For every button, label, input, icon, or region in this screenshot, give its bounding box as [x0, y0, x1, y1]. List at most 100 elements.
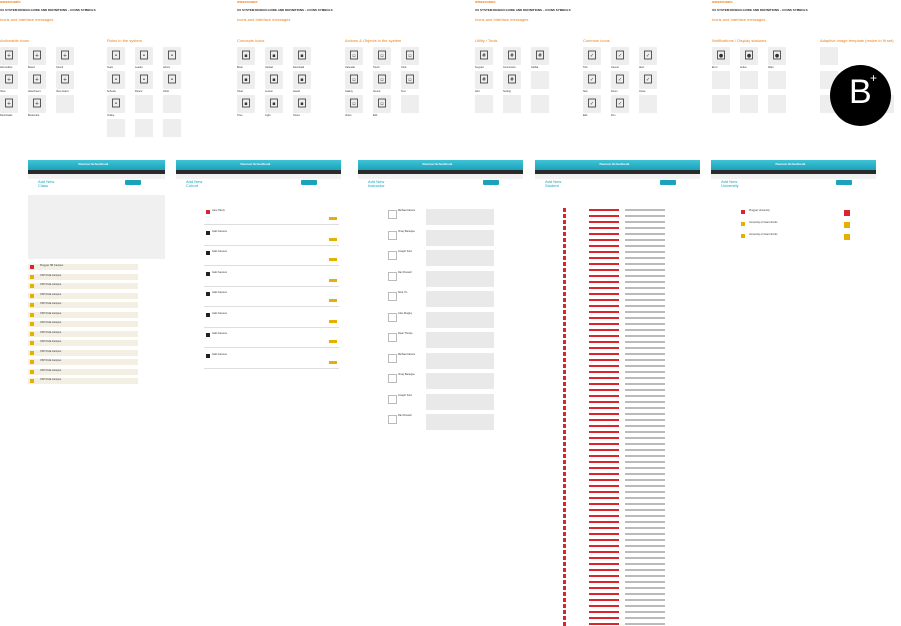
roles-4-icon[interactable]: •: [135, 71, 153, 89]
concepts-3-icon[interactable]: ▪: [237, 71, 255, 89]
common-4-icon[interactable]: ✓: [611, 71, 629, 89]
list-item[interactable]: Gabi Ivanova: [204, 310, 339, 328]
list-item[interactable]: Joseph Ford: [386, 249, 496, 267]
list-item[interactable]: Julie Dingley: [386, 310, 496, 329]
list-item[interactable]: Jane Harris: [204, 208, 339, 225]
actionable-2-icon[interactable]: +: [56, 47, 74, 65]
action-buttons[interactable]: [301, 180, 317, 185]
table-row[interactable]: VSP Pella Campus: [28, 292, 138, 299]
row-values: [625, 557, 665, 559]
common-6-icon[interactable]: ✓: [583, 95, 601, 113]
row-values: [625, 383, 665, 385]
common-2-icon[interactable]: ✓: [639, 47, 657, 65]
svg-text:▪: ▪: [272, 53, 275, 59]
list-item[interactable]: Michael Aarons: [386, 208, 496, 226]
list-item[interactable]: Dean Thorpe: [386, 331, 496, 349]
row-name: VSP Pella Campus: [40, 273, 62, 277]
notifications-1-icon[interactable]: ●: [740, 47, 758, 65]
table-row[interactable]: VSP Pella Campus: [28, 359, 138, 365]
table-row[interactable]: University of Grand Forks: [739, 220, 854, 230]
common-0-icon[interactable]: ✓: [583, 47, 601, 65]
common-1-icon[interactable]: ✓: [611, 47, 629, 65]
utility-3-icon[interactable]: #: [475, 71, 493, 89]
concepts-2-icon[interactable]: ▪: [293, 47, 311, 65]
concepts-7-icon[interactable]: ▪: [265, 95, 283, 113]
row-status-icon: [563, 604, 566, 608]
concepts-8-icon[interactable]: ▪: [293, 95, 311, 113]
actionable-1-icon[interactable]: +: [28, 47, 46, 65]
common-7-icon[interactable]: ✓: [611, 95, 629, 113]
actions-0-icon[interactable]: ▫: [345, 47, 363, 65]
common-3-icon[interactable]: ✓: [583, 71, 601, 89]
actionable-3-icon[interactable]: +: [0, 71, 18, 89]
actions-7-icon[interactable]: ▫: [373, 95, 391, 113]
notifications-empty-tile: [712, 71, 730, 89]
row-name: Joseph Ford: [398, 250, 412, 253]
section-utility-title: Utility / Tools: [475, 38, 498, 43]
table-row[interactable]: VSP Pella Campus: [28, 273, 138, 280]
list-item[interactable]: Vinay Banerjee: [386, 372, 496, 390]
table-row[interactable]: VSP Pella Campus: [28, 349, 138, 356]
table-row[interactable]: VSP Pella Campus: [28, 340, 138, 346]
notifications-0-icon[interactable]: ●: [712, 47, 730, 65]
action-buttons[interactable]: [483, 180, 499, 185]
concepts-4-icon[interactable]: ▪: [265, 71, 283, 89]
actions-1-icon[interactable]: ▫: [373, 47, 391, 65]
table-row[interactable]: VSP Pella Campus: [28, 378, 138, 384]
roles-2-icon[interactable]: •: [163, 47, 181, 65]
svg-text:+: +: [35, 101, 39, 107]
row-error-text: [589, 551, 619, 553]
actions-5-icon[interactable]: ▫: [401, 71, 419, 89]
roles-1-icon[interactable]: •: [135, 47, 153, 65]
roles-5-icon[interactable]: •: [163, 71, 181, 89]
actionable-7-icon[interactable]: +: [28, 95, 46, 113]
actions-4-icon[interactable]: ▫: [373, 71, 391, 89]
concepts-0-icon[interactable]: ▪: [237, 47, 255, 65]
table-row[interactable]: VSP Pella Campus: [28, 330, 138, 337]
concepts-5-icon[interactable]: ▪: [293, 71, 311, 89]
table-row[interactable]: Pingyao University: [739, 208, 854, 218]
table-row[interactable]: VSP Pella Campus: [28, 368, 138, 375]
notifications-2-icon[interactable]: ●: [768, 47, 786, 65]
list-item[interactable]: Gabi Ivanova: [204, 228, 339, 246]
list-item[interactable]: Vinay Banerjee: [386, 228, 496, 247]
list-item[interactable]: Gabi Ivanova: [204, 269, 339, 287]
table-row[interactable]: VSP Pella Campus: [28, 311, 138, 318]
list-item[interactable]: Gabi Ivanova: [204, 331, 339, 348]
roles-0-icon[interactable]: •: [107, 47, 125, 65]
list-item[interactable]: Gabi Ivanova: [204, 351, 339, 369]
list-item[interactable]: Gabi Ivanova: [204, 290, 339, 307]
concepts-6-icon[interactable]: ▪: [237, 95, 255, 113]
utility-4-icon[interactable]: #: [503, 71, 521, 89]
list-item[interactable]: Dan Russell: [386, 269, 496, 288]
list-item[interactable]: Michael Aarons: [386, 351, 496, 370]
action-buttons[interactable]: [660, 180, 676, 185]
utility-1-icon[interactable]: #: [503, 47, 521, 65]
actionable-5-icon[interactable]: +: [56, 71, 74, 89]
actions-6-icon[interactable]: ▫: [345, 95, 363, 113]
list-item[interactable]: Joseph Ford: [386, 392, 496, 411]
utility-0-icon[interactable]: #: [475, 47, 493, 65]
utility-2-icon[interactable]: #: [531, 47, 549, 65]
roles-3-icon[interactable]: •: [107, 71, 125, 89]
table-row[interactable]: Pingyao Hill Campus: [28, 264, 138, 270]
list-item[interactable]: Nina Yin: [386, 290, 496, 308]
actionable-4-icon[interactable]: +: [28, 71, 46, 89]
action-buttons[interactable]: [836, 180, 852, 185]
table-row[interactable]: VSP Pella Campus: [28, 283, 138, 289]
add-new-subtitle: University: [721, 183, 739, 188]
list-item[interactable]: Gabi Ivanova: [204, 249, 339, 266]
table-row[interactable]: University of Grand Forks: [739, 232, 854, 242]
roles-6-icon[interactable]: •: [107, 95, 125, 113]
table-row[interactable]: VSP Pella Campus: [28, 302, 138, 308]
action-buttons[interactable]: [125, 180, 141, 185]
actions-3-icon[interactable]: ▫: [345, 71, 363, 89]
common-5-icon[interactable]: ✓: [639, 71, 657, 89]
list-item[interactable]: Dan Russell: [386, 413, 496, 431]
header-note: Icons and Interface messages: [0, 17, 54, 22]
table-row[interactable]: VSP Pella Campus: [28, 321, 138, 327]
concepts-1-icon[interactable]: ▪: [265, 47, 283, 65]
actions-2-icon[interactable]: ▫: [401, 47, 419, 65]
actionable-0-icon[interactable]: +: [0, 47, 18, 65]
actionable-6-icon[interactable]: +: [0, 95, 18, 113]
